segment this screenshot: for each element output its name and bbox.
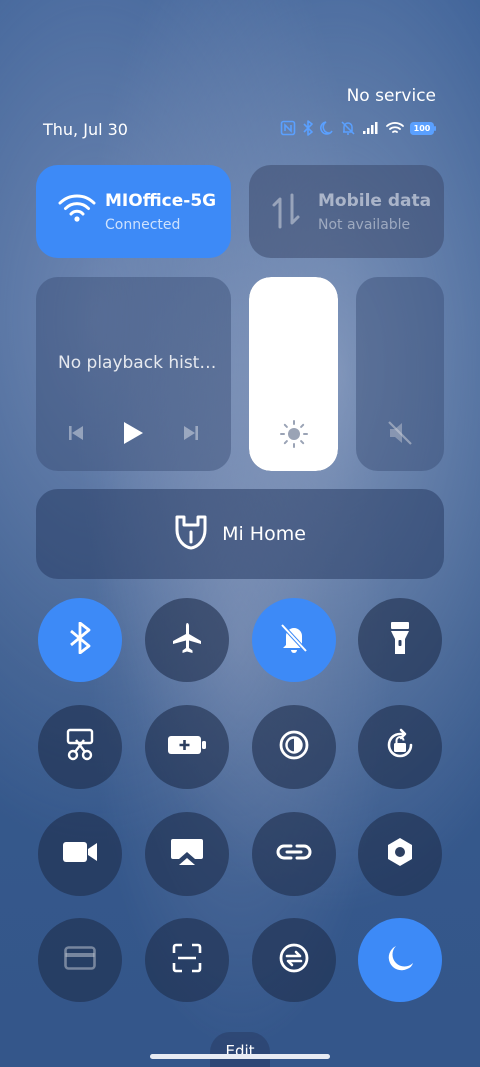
- airplane-mode-toggle[interactable]: [145, 598, 229, 682]
- battery-level: 100: [413, 123, 431, 133]
- link-toggle[interactable]: [252, 812, 336, 896]
- reading-mode-toggle[interactable]: [252, 705, 336, 789]
- battery-icon: 100: [410, 121, 436, 135]
- settings-toggle[interactable]: [358, 812, 442, 896]
- mobile-data-title: Mobile data: [318, 191, 432, 211]
- card-icon: [64, 946, 96, 974]
- cast-toggle[interactable]: [145, 812, 229, 896]
- video-camera-icon: [62, 840, 98, 868]
- bell-off-icon: [278, 621, 310, 659]
- sun-icon: [279, 419, 309, 453]
- scan-icon: [172, 943, 202, 977]
- edit-button[interactable]: Edit: [210, 1032, 270, 1067]
- play-icon[interactable]: [121, 420, 145, 450]
- scanner-toggle[interactable]: [145, 918, 229, 1002]
- mobile-data-status: Not available: [318, 217, 411, 233]
- media-player-tile[interactable]: No playback hist…: [36, 277, 231, 471]
- dark-mode-toggle[interactable]: [358, 918, 442, 1002]
- screen-recorder-toggle[interactable]: [38, 812, 122, 896]
- link-icon: [275, 840, 313, 868]
- airplane-icon: [170, 621, 204, 659]
- bluetooth-toggle[interactable]: [38, 598, 122, 682]
- wifi-tile[interactable]: MIOffice-5G Connected: [36, 165, 231, 258]
- carrier-status: No service: [346, 86, 436, 106]
- volume-muted-icon: [386, 419, 414, 451]
- flashlight-icon: [388, 620, 412, 660]
- sync-icon: [277, 941, 311, 979]
- previous-icon[interactable]: [66, 423, 86, 447]
- screenshot-toggle[interactable]: [38, 705, 122, 789]
- mute-status-icon: [340, 120, 356, 136]
- mute-toggle[interactable]: [252, 598, 336, 682]
- bluetooth-status-icon: [302, 120, 314, 136]
- brightness-slider[interactable]: [249, 277, 338, 471]
- wifi-status-icon: [386, 121, 404, 135]
- rotate-lock-icon: [383, 728, 417, 766]
- card-toggle[interactable]: [38, 918, 122, 1002]
- media-controls: [36, 420, 231, 450]
- next-icon[interactable]: [181, 423, 201, 447]
- wifi-icon: [58, 193, 96, 227]
- moon-status-icon: [320, 120, 334, 136]
- hexagon-settings-icon: [384, 836, 416, 872]
- mobile-data-tile[interactable]: Mobile data Not available: [249, 165, 444, 258]
- moon-icon: [384, 942, 416, 978]
- mi-home-icon: [174, 514, 208, 554]
- battery-plus-icon: [167, 734, 207, 760]
- battery-saver-toggle[interactable]: [145, 705, 229, 789]
- bluetooth-icon: [67, 621, 93, 658]
- wifi-status: Connected: [105, 217, 181, 233]
- mi-home-label: Mi Home: [222, 523, 306, 545]
- scissors-icon: [64, 728, 96, 766]
- mi-home-tile[interactable]: Mi Home: [36, 489, 444, 579]
- flashlight-toggle[interactable]: [358, 598, 442, 682]
- volume-slider[interactable]: [356, 277, 444, 471]
- cast-icon: [170, 837, 204, 871]
- sync-toggle[interactable]: [252, 918, 336, 1002]
- media-title: No playback hist…: [58, 353, 217, 373]
- date-label: Thu, Jul 30: [43, 120, 128, 139]
- wifi-name: MIOffice-5G: [105, 191, 217, 211]
- status-icons: 100: [280, 120, 436, 136]
- home-indicator[interactable]: [150, 1054, 330, 1059]
- contrast-icon: [278, 729, 310, 765]
- signal-icon: [362, 121, 380, 135]
- mobile-data-icon: [271, 193, 301, 233]
- auto-rotate-toggle[interactable]: [358, 705, 442, 789]
- nfc-icon: [280, 120, 296, 136]
